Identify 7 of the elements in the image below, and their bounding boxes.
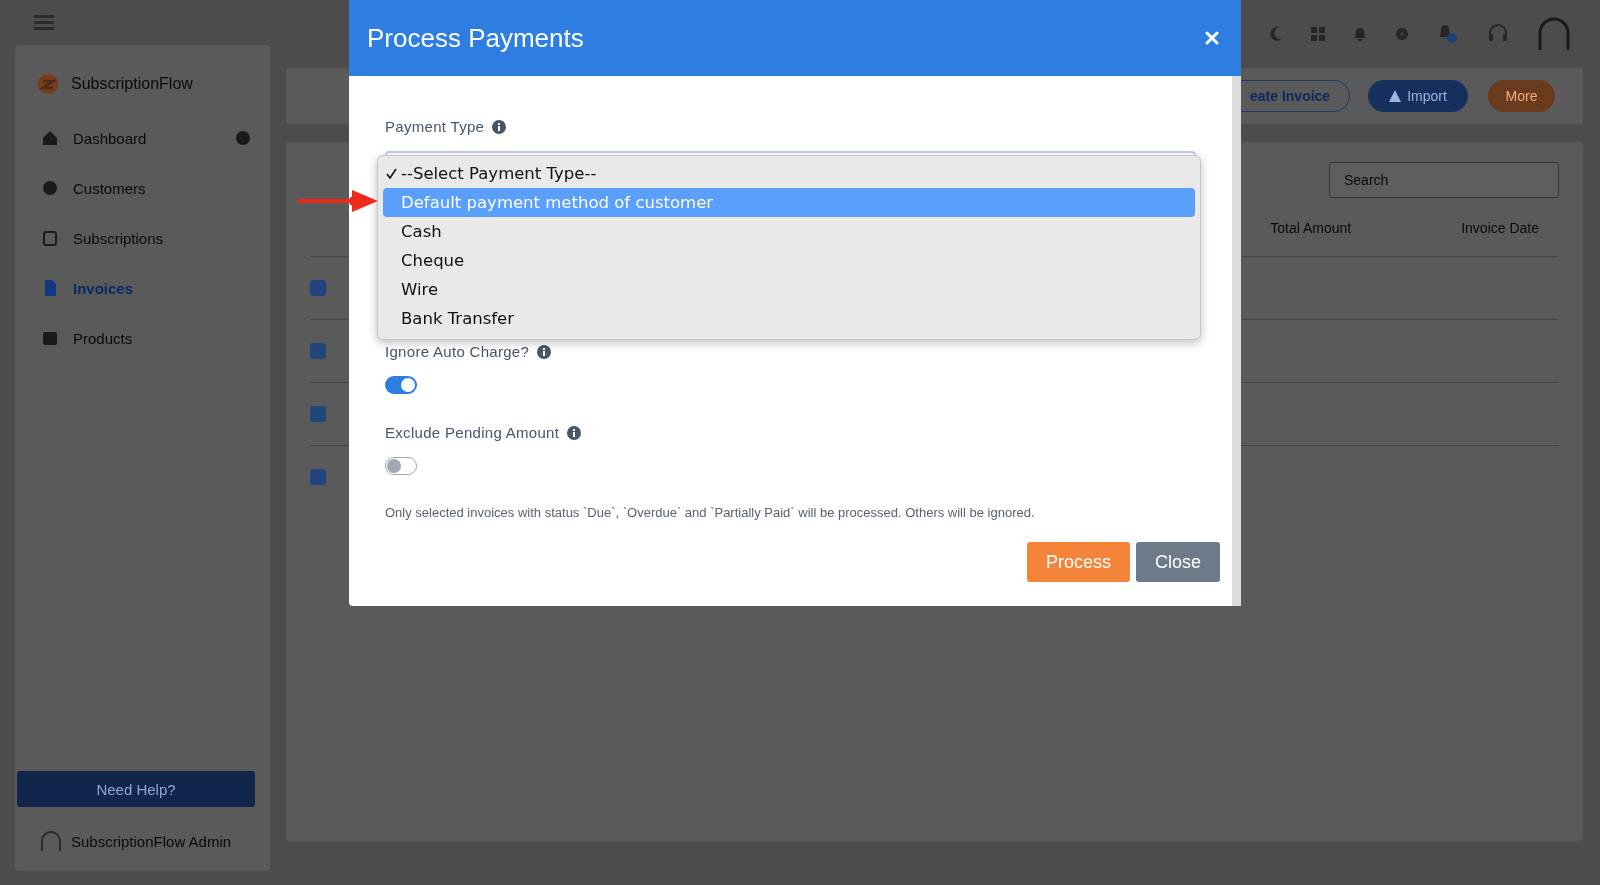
user-name: SubscriptionFlow Admin bbox=[71, 832, 232, 850]
toggle-label: Exclude Pending Amount bbox=[385, 424, 560, 441]
field-label: Payment Type bbox=[385, 118, 485, 135]
info-note: Only selected invoices with status `Due`, `Overdue` and `Partially Paid` will be processed. Others will be ignored. bbox=[385, 505, 1036, 520]
dialog-title: Process Payments bbox=[367, 22, 584, 54]
brand-name: SubscriptionFlow bbox=[71, 75, 193, 93]
toggle-label: Ignore Auto Charge? bbox=[385, 343, 530, 360]
